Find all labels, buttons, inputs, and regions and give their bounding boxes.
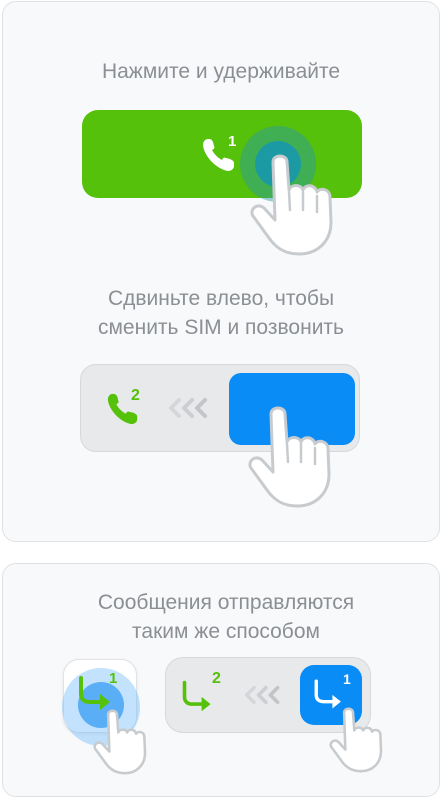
press-hold-caption: Нажмите и удерживайте	[101, 60, 341, 83]
sim-number-badge: 1	[228, 133, 237, 150]
sim-number-badge: 1	[343, 671, 351, 687]
slide-caption: Сдвиньте влево, чтобы сменить SIM и позв…	[97, 287, 344, 339]
sim-number-badge: 2	[131, 387, 140, 404]
sim-number-badge: 2	[212, 670, 221, 687]
pointing-hand-icon	[248, 406, 331, 508]
forward-arrow-icon	[182, 680, 211, 712]
pointing-hand-icon	[93, 709, 147, 775]
pointing-hand-icon	[329, 707, 383, 773]
sim-number-badge: 1	[109, 670, 118, 687]
pointing-hand-icon	[250, 154, 333, 256]
message-tutorial-card: Сообщения отправляются таким же способом…	[2, 563, 440, 797]
call-tutorial-card: Нажмите и удерживайте 1 Сдвиньте влево, …	[2, 1, 440, 542]
chevrons-left-icon	[244, 685, 280, 705]
chevrons-left-icon	[169, 398, 207, 418]
messages-caption: Сообщения отправляются таким же способом	[97, 591, 355, 643]
